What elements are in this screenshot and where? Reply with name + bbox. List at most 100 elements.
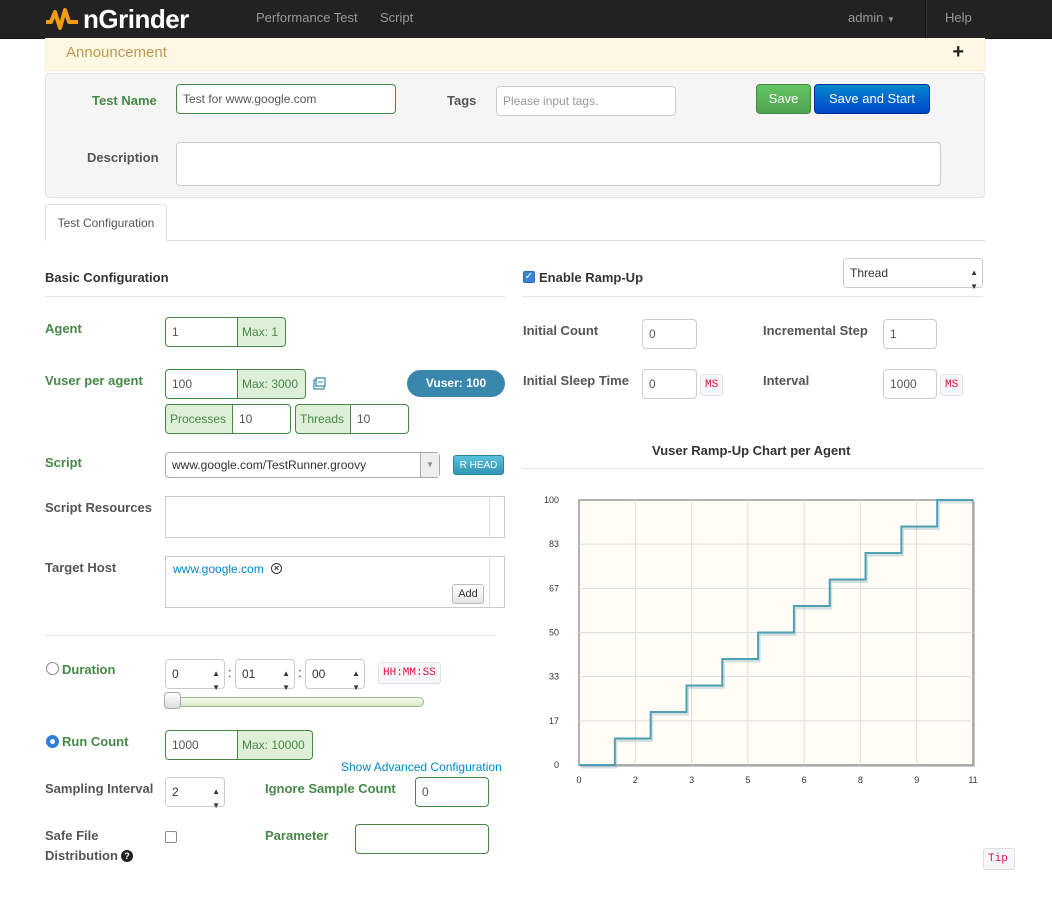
interval-label: Interval	[763, 373, 810, 388]
ms-unit-label: MS	[940, 374, 964, 396]
interval-input[interactable]: 1000	[883, 369, 937, 399]
enable-ramp-up-checkbox[interactable]: ✓	[523, 271, 535, 283]
nav-script[interactable]: Script	[380, 10, 413, 25]
y-tick-label: 17	[549, 716, 559, 726]
add-host-button[interactable]: Add	[452, 584, 484, 604]
incremental-step-label: Incremental Step	[763, 323, 868, 338]
incremental-step-input[interactable]: 1	[883, 319, 937, 349]
expand-icon[interactable]	[313, 377, 326, 393]
ngrinder-logo-icon	[46, 8, 78, 30]
duration-radio[interactable]	[46, 662, 59, 675]
revision-head-button[interactable]: R HEAD	[453, 455, 504, 475]
user-name: admin	[848, 10, 884, 25]
scrollbar-track[interactable]	[489, 557, 490, 607]
nav-divider	[925, 0, 927, 38]
tip-button[interactable]: Tip	[983, 848, 1015, 870]
duration-minutes-select[interactable]: 01 ▲ ▼	[235, 659, 295, 692]
brand-name: nGrinder	[83, 3, 189, 34]
parameter-label: Parameter	[265, 828, 329, 843]
threads-input[interactable]: 10	[350, 404, 409, 434]
duration-slider-handle[interactable]	[164, 692, 181, 709]
test-name-input[interactable]: Test for www.google.com	[176, 84, 396, 114]
save-button[interactable]: Save	[756, 84, 811, 114]
top-navbar: nGrinder Performance Test Script admin ▼…	[0, 0, 1052, 39]
save-and-start-button[interactable]: Save and Start	[814, 84, 930, 114]
vuser-input-group: 100 Max: 3000	[165, 369, 306, 399]
processes-input[interactable]: 10	[232, 404, 291, 434]
duration-slider[interactable]	[168, 697, 424, 707]
vuser-per-agent-input[interactable]: 100	[165, 369, 238, 399]
time-separator: :	[228, 665, 232, 680]
test-name-label: Test Name	[92, 93, 157, 108]
section-divider	[45, 635, 495, 636]
duration-hours-select[interactable]: 0 ▲ ▼	[165, 659, 225, 692]
duration-label: Duration	[62, 662, 116, 677]
announcement-bar: Announcement +	[45, 38, 985, 71]
ignore-sample-count-input[interactable]: 0	[415, 777, 489, 807]
tab-test-configuration[interactable]: Test Configuration	[45, 204, 167, 241]
x-tick-label: 6	[802, 775, 807, 785]
section-divider	[522, 296, 983, 297]
y-tick-label: 0	[554, 760, 559, 770]
agent-count-input[interactable]: 1	[165, 317, 238, 347]
sampling-interval-select[interactable]: 2 ▲ ▼	[165, 777, 225, 810]
duration-seconds-select[interactable]: 00 ▲ ▼	[305, 659, 365, 692]
initial-sleep-time-label: Initial Sleep Time	[523, 373, 629, 388]
y-tick-label: 33	[549, 672, 559, 682]
nav-performance-test[interactable]: Performance Test	[256, 10, 358, 25]
parameter-input[interactable]	[355, 824, 489, 854]
run-count-input-group: 1000 Max: 10000	[165, 730, 313, 760]
ramp-up-type-select[interactable]: Thread ▲ ▼	[843, 258, 983, 291]
duration-minutes-value: 01	[242, 667, 256, 681]
nav-help[interactable]: Help	[945, 10, 972, 25]
section-divider	[45, 296, 505, 297]
description-label: Description	[87, 150, 159, 165]
threads-input-group: Threads 10	[295, 404, 409, 434]
updown-arrow-icon: ▲ ▼	[352, 669, 360, 692]
script-select[interactable]: www.google.com/TestRunner.groovy ▼	[165, 452, 440, 478]
announcement-title: Announcement	[66, 44, 167, 61]
processes-input-group: Processes 10	[165, 404, 291, 434]
x-tick-label: 3	[689, 775, 694, 785]
description-textarea[interactable]	[176, 142, 941, 186]
expand-announcement-button[interactable]: +	[952, 41, 964, 64]
y-tick-label: 83	[549, 539, 559, 549]
y-tick-label: 50	[549, 628, 559, 638]
updown-arrow-icon: ▲ ▼	[212, 787, 220, 810]
threads-addon: Threads	[295, 404, 350, 434]
safe-file-label-2: Distribution	[45, 848, 118, 863]
remove-host-icon[interactable]: ×	[271, 563, 282, 574]
user-menu[interactable]: admin ▼	[848, 10, 895, 25]
y-tick-label: 67	[549, 583, 559, 593]
x-tick-label: 11	[968, 775, 977, 785]
target-host-link[interactable]: www.google.com	[173, 562, 264, 576]
time-separator: :	[298, 665, 302, 680]
x-tick-label: 0	[576, 775, 581, 785]
brand[interactable]: nGrinder	[45, 0, 189, 38]
run-count-input[interactable]: 1000	[165, 730, 238, 760]
ms-unit-label: MS	[700, 374, 724, 396]
duration-hours-value: 0	[172, 667, 179, 681]
x-tick-label: 9	[914, 775, 919, 785]
tags-label: Tags	[447, 93, 477, 108]
run-count-max-addon: Max: 10000	[238, 730, 313, 760]
ignore-sample-count-label: Ignore Sample Count	[265, 781, 396, 796]
safe-file-distribution-checkbox[interactable]	[165, 831, 177, 843]
safe-file-label: Safe File	[45, 828, 99, 843]
tags-input[interactable]: Please input tags.	[496, 86, 676, 116]
run-count-radio[interactable]	[46, 735, 59, 748]
basic-configuration-title: Basic Configuration	[45, 270, 169, 285]
agent-max-addon: Max: 1	[238, 317, 286, 347]
show-advanced-configuration-link[interactable]: Show Advanced Configuration	[341, 760, 502, 774]
x-tick-label: 5	[745, 775, 750, 785]
updown-arrow-icon: ▲ ▼	[212, 669, 220, 692]
sampling-interval-label: Sampling Interval	[45, 781, 154, 796]
updown-arrow-icon: ▲ ▼	[970, 268, 978, 291]
total-vuser-badge: Vuser: 100	[407, 370, 505, 397]
initial-count-input[interactable]: 0	[642, 319, 697, 349]
scrollbar-track[interactable]	[489, 497, 490, 537]
help-icon[interactable]: ?	[121, 850, 133, 862]
x-tick-label: 2	[633, 775, 638, 785]
initial-sleep-time-input[interactable]: 0	[642, 369, 697, 399]
ramp-up-chart: 0 2 3 5 6 8 9 11 0 17 33 50 67 83 100	[544, 495, 978, 785]
